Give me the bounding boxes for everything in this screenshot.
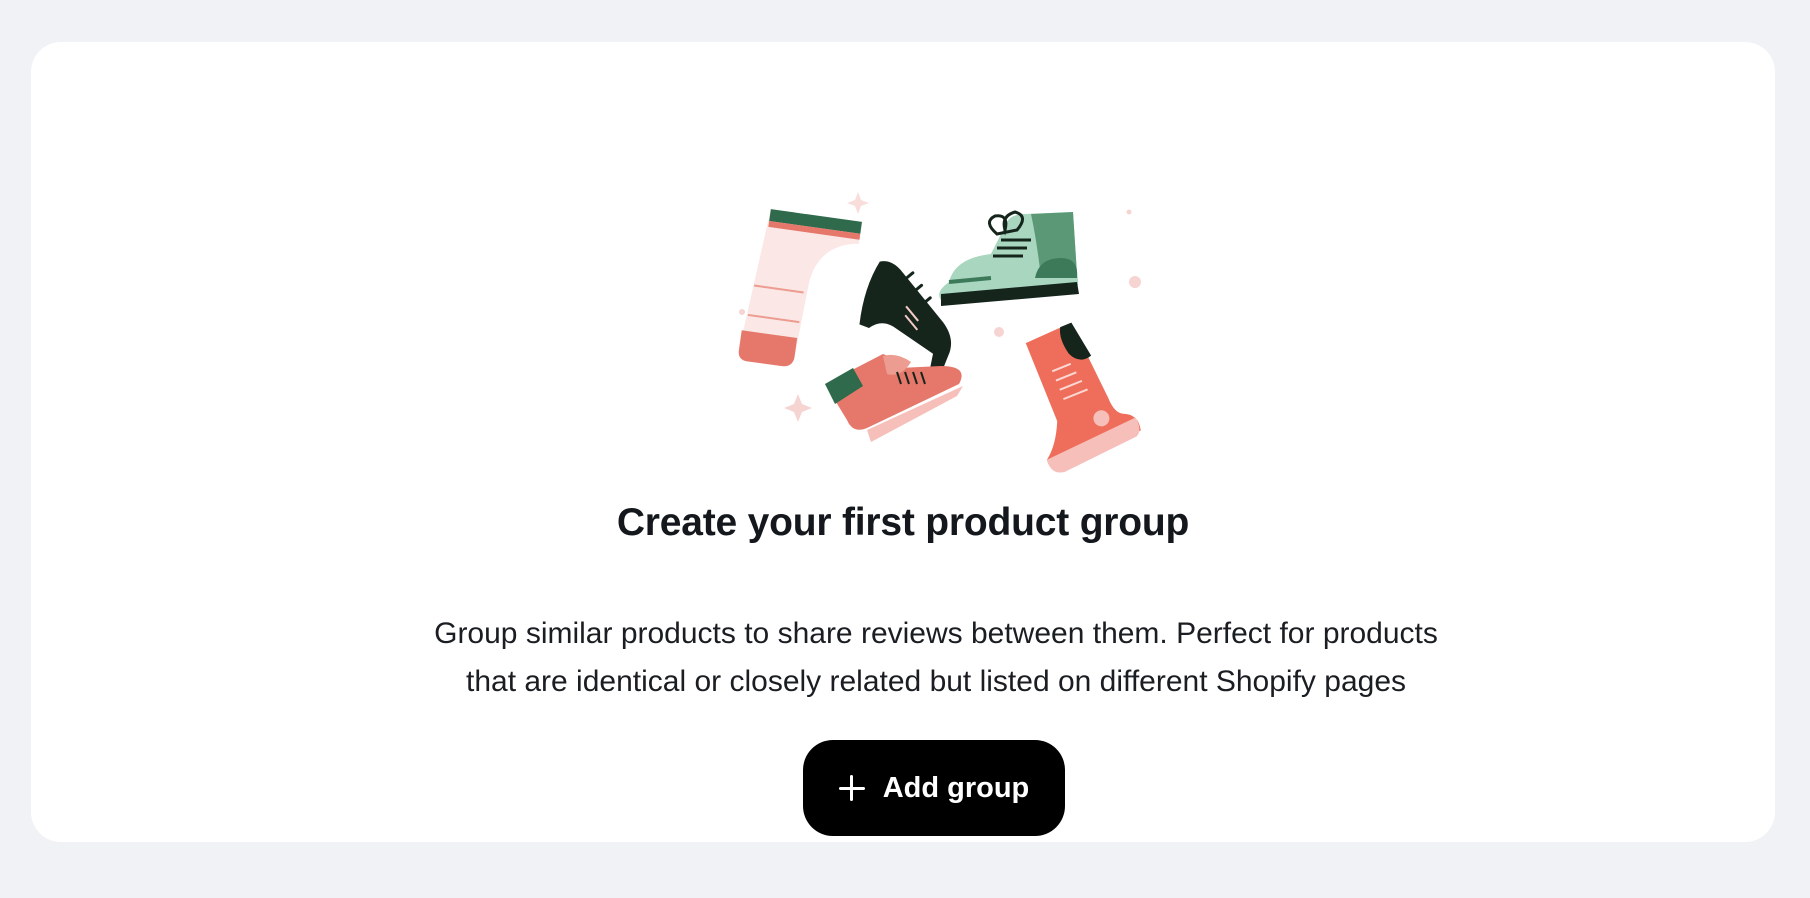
description-line-1: Group similar products to share reviews … — [434, 617, 1438, 650]
description-line-2: that are identical or closely related bu… — [465, 665, 1407, 698]
empty-state-description: Group similar products to share reviews … — [341, 610, 1531, 706]
shoes-illustration-icon — [738, 192, 1141, 473]
empty-state-card: Create your first product group Group si… — [31, 42, 1775, 842]
add-group-button[interactable]: Add group — [803, 740, 1065, 836]
empty-state-title: Create your first product group — [616, 501, 1190, 544]
add-group-label: Add group — [882, 771, 1030, 804]
plus-icon — [838, 775, 865, 801]
